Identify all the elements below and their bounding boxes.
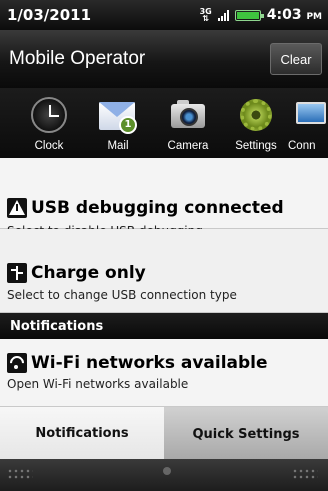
wifi-icon (7, 353, 27, 373)
notification-subtitle: Select to change USB connection type (7, 288, 237, 302)
tab-notifications[interactable]: Notifications (0, 407, 164, 459)
app-camera[interactable]: Camera (157, 94, 219, 152)
notifications-section-header: Notifications (0, 313, 328, 339)
network-type-icon: 3G ⇅ (199, 7, 212, 23)
tab-bar: Notifications Quick Settings (0, 407, 328, 459)
signal-icon (217, 9, 229, 21)
operator-name: Mobile Operator (9, 48, 146, 69)
app-shortcut-row: Clock 1 Mail Camera Settings Conn (0, 88, 328, 158)
settings-icon (235, 94, 277, 136)
app-clock[interactable]: Clock (18, 94, 80, 152)
app-mail[interactable]: 1 Mail (87, 94, 149, 152)
status-time: 4:03 PM (267, 7, 322, 23)
grip-right-icon (292, 468, 318, 480)
status-date: 1/03/2011 (7, 6, 92, 24)
connect-icon (282, 94, 326, 136)
time-value: 4:03 (266, 7, 302, 23)
notification-charge-only[interactable]: Charge only Select to change USB connect… (0, 229, 328, 313)
drag-handle-bar[interactable] (0, 459, 328, 491)
camera-icon (167, 94, 209, 136)
handle-dot-icon (163, 467, 171, 475)
mail-icon: 1 (97, 94, 139, 136)
warning-icon (7, 198, 27, 218)
status-indicators: 3G ⇅ 4:03 PM (200, 7, 322, 23)
app-label: Settings (235, 140, 277, 152)
mail-badge: 1 (119, 116, 137, 134)
tab-quick-settings[interactable]: Quick Settings (164, 409, 328, 459)
app-settings[interactable]: Settings (225, 94, 287, 152)
app-label: Conn (288, 140, 316, 152)
app-connect[interactable]: Conn (282, 94, 328, 152)
notification-usb-debugging[interactable]: USB debugging connected Select to disabl… (0, 158, 328, 238)
notification-title: Wi-Fi networks available (31, 353, 268, 373)
usb-icon (7, 263, 27, 283)
clock-icon (28, 94, 70, 136)
notification-wifi[interactable]: Wi-Fi networks available Open Wi-Fi netw… (0, 339, 328, 407)
operator-bar: Mobile Operator Clear (0, 30, 328, 88)
notification-title: Charge only (31, 263, 146, 283)
notification-title: USB debugging connected (31, 198, 284, 218)
status-bar: 1/03/2011 3G ⇅ 4:03 PM (0, 0, 328, 30)
clear-button[interactable]: Clear (270, 43, 322, 75)
notification-subtitle: Open Wi-Fi networks available (7, 377, 189, 391)
grip-left-icon (7, 468, 33, 480)
time-ampm: PM (306, 12, 322, 22)
battery-icon (234, 9, 264, 21)
app-label: Camera (167, 140, 209, 152)
app-label: Clock (34, 140, 64, 152)
app-label: Mail (107, 140, 129, 152)
